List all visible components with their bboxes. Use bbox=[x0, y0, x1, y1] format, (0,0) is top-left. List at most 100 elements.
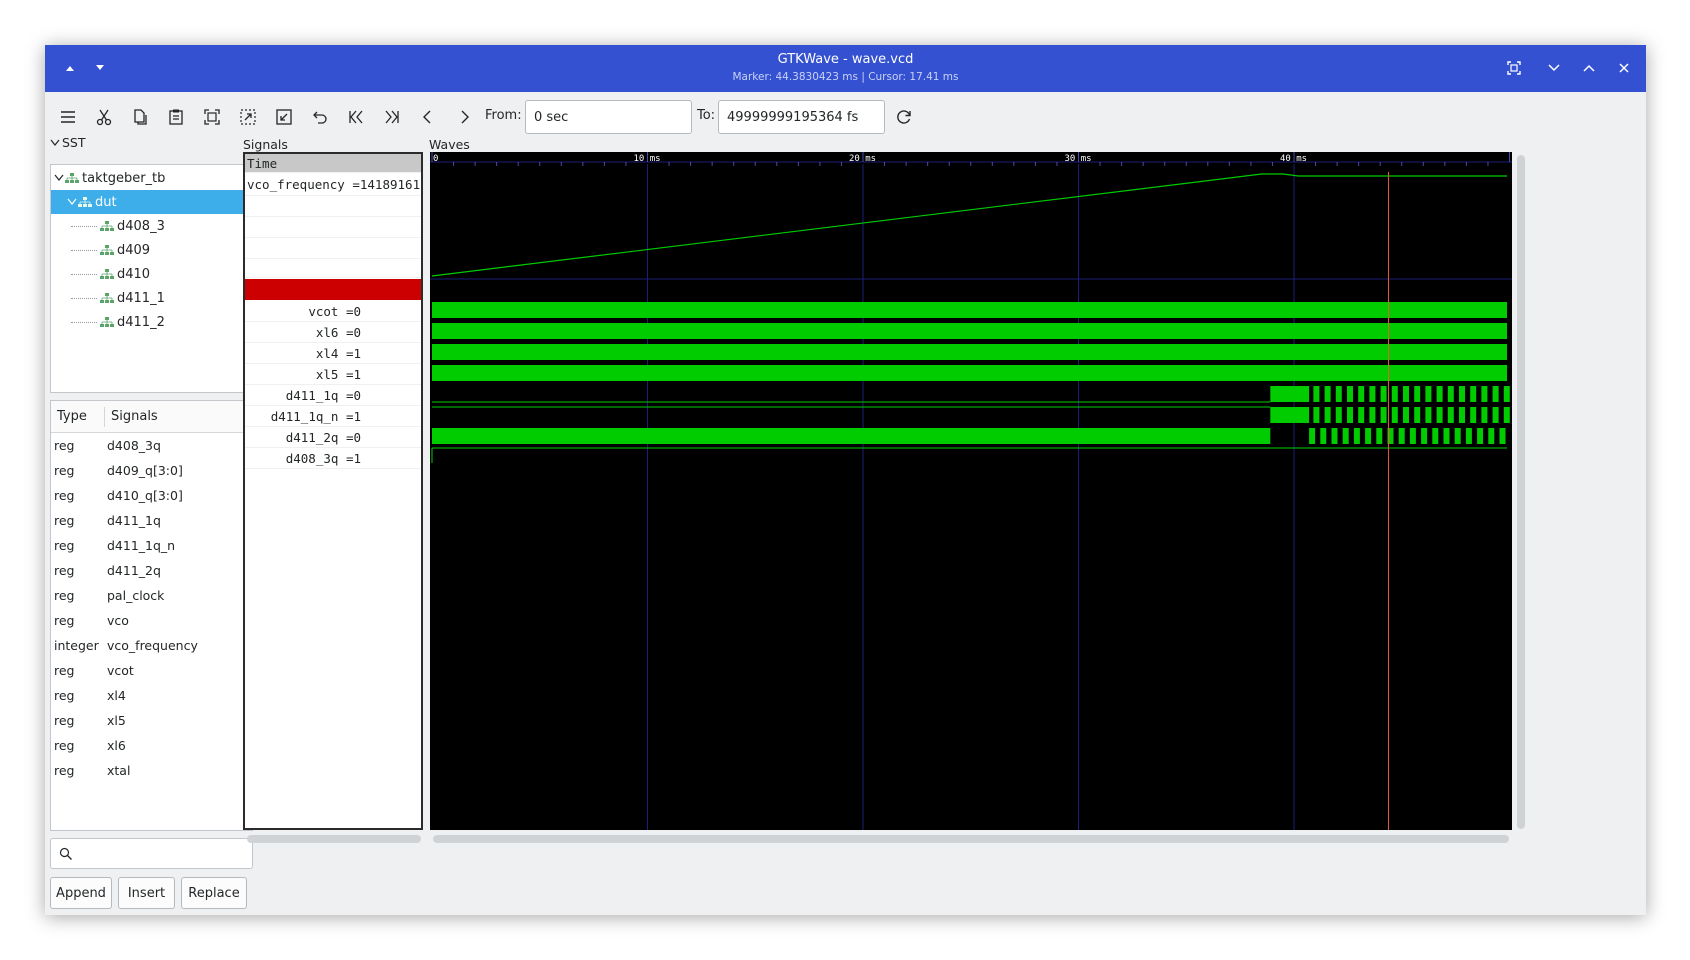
tree-item-label: d410 bbox=[117, 266, 151, 282]
refresh-icon bbox=[897, 110, 911, 124]
signal-trace-pulse bbox=[1309, 428, 1316, 444]
waves-pane[interactable]: 0 10 ms 20 ms 30 ms 40 ms bbox=[430, 152, 1512, 830]
close-button[interactable] bbox=[1613, 57, 1635, 79]
chevron-up-icon bbox=[1583, 64, 1595, 72]
tree-item-label: d408_3 bbox=[117, 218, 165, 234]
signal-trace-row[interactable]: xl4 =1 bbox=[245, 343, 421, 364]
go-to-start-button[interactable] bbox=[343, 104, 369, 130]
signal-row[interactable]: reg xl5 bbox=[51, 709, 252, 734]
signals-hscrollbar[interactable] bbox=[247, 835, 421, 843]
signal-type: reg bbox=[54, 563, 75, 578]
timeline-tick-label: 10 ms bbox=[634, 154, 661, 164]
next-edge-button[interactable] bbox=[451, 104, 477, 130]
chevron-down-icon bbox=[1548, 64, 1560, 72]
signal-row[interactable]: reg xtal bbox=[51, 759, 252, 784]
signal-trace-pulse bbox=[1436, 386, 1443, 402]
signal-trace-pulse bbox=[1380, 386, 1387, 402]
insert-button[interactable]: Insert bbox=[118, 877, 175, 909]
signal-type: reg bbox=[54, 613, 75, 628]
signal-type: reg bbox=[54, 763, 75, 778]
signal-list-header: Type Signals bbox=[51, 401, 252, 433]
signal-row[interactable]: reg vcot bbox=[51, 659, 252, 684]
undo-button[interactable] bbox=[307, 104, 333, 130]
previous-edge-button[interactable] bbox=[415, 104, 441, 130]
waveform-canvas[interactable]: 0 10 ms 20 ms 30 ms 40 ms bbox=[430, 152, 1512, 830]
signal-row[interactable]: reg d408_3q bbox=[51, 434, 252, 459]
tree-item-d410[interactable]: d410 bbox=[51, 262, 252, 286]
signal-name: d410_q[3:0] bbox=[107, 488, 183, 503]
sst-tree: taktgeber_tb dut d408_3 d409 d410 d411_1 bbox=[50, 164, 253, 393]
append-button[interactable]: Append bbox=[50, 877, 112, 909]
signal-trace-row[interactable]: d411_2q =0 bbox=[245, 427, 421, 448]
minimize-button[interactable] bbox=[1543, 57, 1565, 79]
chevron-down-icon[interactable] bbox=[67, 198, 77, 206]
copy-button[interactable] bbox=[127, 104, 153, 130]
signal-trace-pulse bbox=[1324, 407, 1331, 423]
maximize-button[interactable] bbox=[1578, 57, 1600, 79]
signal-row[interactable]: reg xl6 bbox=[51, 734, 252, 759]
signal-trace-pulse bbox=[1477, 428, 1484, 444]
waves-hscrollbar[interactable] bbox=[433, 835, 1509, 843]
waves-vscrollbar[interactable] bbox=[1517, 155, 1525, 829]
signal-type: integer bbox=[54, 638, 99, 653]
zoom-fit-button[interactable] bbox=[199, 104, 225, 130]
signal-row[interactable]: integer vco_frequency bbox=[51, 634, 252, 659]
signal-row[interactable]: reg vco bbox=[51, 609, 252, 634]
tree-item-dut[interactable]: dut bbox=[51, 190, 252, 214]
signal-row[interactable]: reg pal_clock bbox=[51, 584, 252, 609]
go-to-end-button[interactable] bbox=[379, 104, 405, 130]
signal-trace-block bbox=[1270, 386, 1310, 402]
zoom-out-button[interactable] bbox=[271, 104, 297, 130]
sst-collapse-icon[interactable] bbox=[50, 139, 60, 147]
clipboard-icon bbox=[169, 109, 183, 125]
signal-name: vcot bbox=[107, 663, 134, 678]
signal-row[interactable]: reg d411_2q bbox=[51, 559, 252, 584]
signal-row[interactable]: reg d409_q[3:0] bbox=[51, 459, 252, 484]
type-column-header[interactable]: Type bbox=[57, 409, 87, 424]
signal-type: reg bbox=[54, 588, 75, 603]
cut-button[interactable] bbox=[91, 104, 117, 130]
signal-row[interactable]: reg xl4 bbox=[51, 684, 252, 709]
signal-trace-pulse bbox=[1443, 428, 1450, 444]
signal-row[interactable]: reg d411_1q bbox=[51, 509, 252, 534]
paste-button[interactable] bbox=[163, 104, 189, 130]
menu-button[interactable] bbox=[55, 104, 81, 130]
from-time-input[interactable] bbox=[525, 100, 692, 134]
signal-search-input[interactable] bbox=[50, 838, 253, 869]
tree-item-d408-3[interactable]: d408_3 bbox=[51, 214, 252, 238]
signal-trace-pulse bbox=[1503, 386, 1510, 402]
signal-trace-row[interactable]: xl6 =0 bbox=[245, 322, 421, 343]
undo-icon bbox=[313, 111, 327, 124]
analog-signal-row[interactable]: vco_frequency =14189161 bbox=[245, 174, 421, 278]
zoom-in-button[interactable] bbox=[235, 104, 261, 130]
signal-trace-row[interactable]: d411_1q =0 bbox=[245, 385, 421, 406]
highlight-row[interactable] bbox=[245, 279, 421, 300]
to-time-input[interactable] bbox=[718, 100, 885, 134]
frame-icon bbox=[1507, 61, 1521, 75]
tree-item-d409[interactable]: d409 bbox=[51, 238, 252, 262]
module-icon bbox=[100, 245, 114, 255]
signal-trace-pulse bbox=[1414, 386, 1421, 402]
signal-trace-row[interactable]: xl5 =1 bbox=[245, 364, 421, 385]
signal-trace-pulse bbox=[1447, 386, 1454, 402]
timeline-tick-label: 40 ms bbox=[1280, 154, 1307, 164]
signal-row[interactable]: reg d411_1q_n bbox=[51, 534, 252, 559]
signal-trace-row[interactable]: vcot =0 bbox=[245, 301, 421, 322]
chevron-down-icon[interactable] bbox=[54, 174, 64, 182]
signal-name: d409_q[3:0] bbox=[107, 463, 183, 478]
signal-type: reg bbox=[54, 713, 75, 728]
vco-frequency-trace bbox=[431, 173, 1507, 277]
signal-row[interactable]: reg d410_q[3:0] bbox=[51, 484, 252, 509]
tree-item-d411-1[interactable]: d411_1 bbox=[51, 286, 252, 310]
signals-column-header[interactable]: Signals bbox=[104, 407, 158, 427]
signal-trace-row[interactable]: d411_1q_n =1 bbox=[245, 406, 421, 427]
signal-trace-pulse bbox=[1335, 386, 1342, 402]
close-icon bbox=[1619, 63, 1629, 73]
window-title: GTKWave - wave.vcd bbox=[777, 52, 914, 67]
tree-item-d411-2[interactable]: d411_2 bbox=[51, 310, 252, 334]
screenshot-button[interactable] bbox=[1503, 57, 1525, 79]
signal-trace-row[interactable]: d408_3q =1 bbox=[245, 448, 421, 469]
replace-button[interactable]: Replace bbox=[181, 877, 247, 909]
reload-button[interactable] bbox=[891, 104, 917, 130]
tree-item-taktgeber-tb[interactable]: taktgeber_tb bbox=[51, 166, 252, 190]
